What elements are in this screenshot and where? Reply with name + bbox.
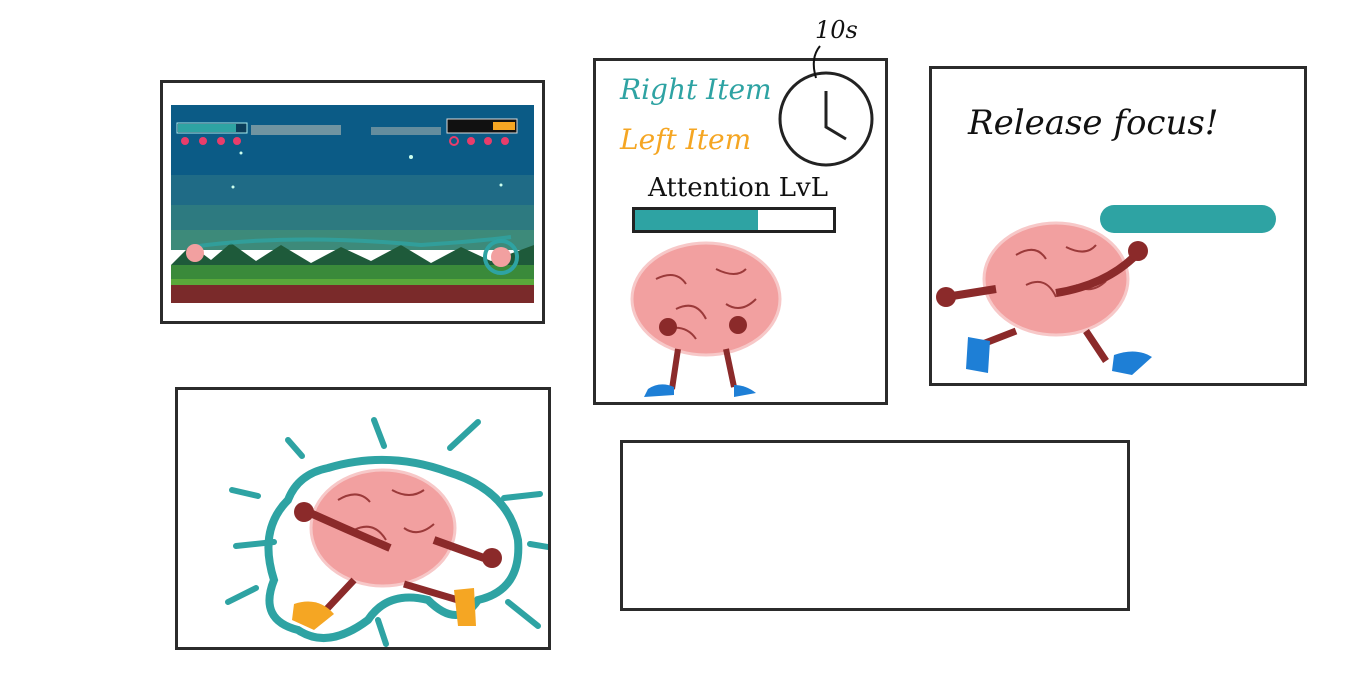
clock-icon [778,71,874,167]
player-brain-left [186,244,204,262]
panel-release-focus: Release focus! [929,66,1307,386]
player-brain-right [491,247,511,267]
panel-hud-concept: Right Item Left Item Attention LvL [593,58,888,405]
brain-character-focused [225,417,548,647]
brain-character-running [936,221,1152,375]
timer-label: 10s [815,16,858,44]
panel-game-scene [160,80,545,324]
release-focus-message: Release focus! [968,103,1219,143]
attention-bar-fill [635,210,758,230]
attention-bar [632,207,836,233]
timer-pointer [812,45,821,79]
panel-focused-brain [175,387,551,650]
left-item-label: Left Item [620,123,752,156]
attention-label: Attention LvL [648,173,828,203]
panel-empty [620,440,1130,611]
right-item-label: Right Item [620,73,772,106]
brain-character-standing [630,241,782,397]
game-screenshot [171,105,534,303]
